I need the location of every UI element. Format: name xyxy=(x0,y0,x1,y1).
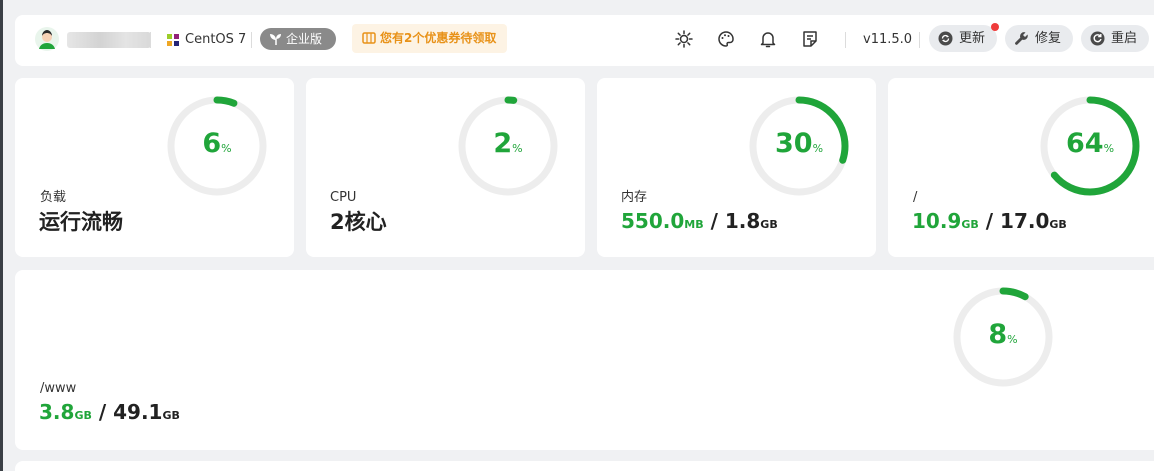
memory-label: 内存 xyxy=(621,190,648,205)
percent-sign: % xyxy=(1103,142,1115,155)
disk-www-total: 49.1 xyxy=(113,400,163,424)
disk-root-usage: 10.9GB / 17.0GB xyxy=(912,209,1067,237)
enterprise-badge[interactable]: 企业版 xyxy=(260,28,336,50)
disk-www-used-unit: GB xyxy=(74,409,92,422)
disk-www-gauge: 8% xyxy=(951,285,1055,389)
disk-www-card[interactable]: 8% /www 3.8GB / 49.1GB xyxy=(15,270,1154,450)
coupon-notice[interactable]: 您有2个优惠券待领取 xyxy=(352,24,507,53)
disk-root-gauge: 64% xyxy=(1038,94,1142,198)
avatar[interactable] xyxy=(35,27,59,51)
centos-logo-icon xyxy=(167,34,179,46)
notes-icon[interactable] xyxy=(800,29,820,49)
memory-usage: 550.0MB / 1.8GB xyxy=(621,209,778,237)
disk-www-label: /www xyxy=(40,381,77,396)
memory-total: 1.8 xyxy=(724,209,761,233)
repair-button[interactable]: 修复 xyxy=(1005,25,1073,52)
usage-separator: / xyxy=(710,209,718,233)
load-status: 运行流畅 xyxy=(39,210,123,234)
load-label: 负载 xyxy=(40,190,67,205)
cpu-status: 2核心 xyxy=(330,210,387,234)
memory-used-unit: MB xyxy=(684,218,704,231)
memory-percent: 30 xyxy=(774,128,813,159)
disk-www-usage: 3.8GB / 49.1GB xyxy=(39,400,180,428)
percent-sign: % xyxy=(221,142,232,155)
coupon-text: 您有2个优惠券待领取 xyxy=(380,31,497,45)
disk-root-used: 10.9 xyxy=(912,209,962,233)
percent-sign: % xyxy=(1007,333,1018,346)
username-blurred xyxy=(67,32,151,48)
usage-separator: / xyxy=(985,209,994,233)
wrench-icon xyxy=(1015,32,1028,45)
divider xyxy=(150,32,151,48)
load-card[interactable]: 6% 负载 运行流畅 xyxy=(15,78,294,257)
coupon-icon xyxy=(362,32,376,44)
disk-root-card[interactable]: 64% / 10.9GB / 17.0GB xyxy=(888,78,1154,257)
memory-card[interactable]: 30% 内存 550.0MB / 1.8GB xyxy=(597,78,876,257)
disk-root-used-unit: GB xyxy=(961,218,979,231)
next-panel-edge xyxy=(15,461,1154,471)
os-name: CentOS 7 xyxy=(185,32,247,47)
cpu-label: CPU xyxy=(330,190,357,205)
bell-icon[interactable] xyxy=(758,29,778,49)
memory-total-unit: GB xyxy=(760,218,778,231)
update-button[interactable]: 更新 xyxy=(929,25,997,52)
usage-separator: / xyxy=(98,400,107,424)
disk-root-label: / xyxy=(913,190,918,205)
disk-root-total: 17.0 xyxy=(1000,209,1050,233)
divider xyxy=(251,32,252,48)
sprout-icon xyxy=(270,34,281,45)
cpu-gauge: 2% xyxy=(456,94,560,198)
disk-www-total-unit: GB xyxy=(162,409,180,422)
restart-button-label: 重启 xyxy=(1111,31,1138,46)
palette-icon[interactable] xyxy=(716,29,736,49)
update-available-dot xyxy=(991,23,999,31)
cpu-percent: 2 xyxy=(493,128,513,159)
memory-gauge: 30% xyxy=(747,94,851,198)
cpu-card[interactable]: 2% CPU 2核心 xyxy=(306,78,585,257)
disk-www-percent: 8 xyxy=(988,319,1008,350)
panel-version: v11.5.0 xyxy=(863,32,913,47)
disk-root-percent: 64 xyxy=(1065,128,1104,159)
enterprise-badge-label: 企业版 xyxy=(286,32,323,46)
load-percent: 6 xyxy=(202,128,222,159)
update-button-label: 更新 xyxy=(959,31,986,46)
disk-www-used: 3.8 xyxy=(39,400,75,424)
restart-button[interactable]: 重启 xyxy=(1081,25,1149,52)
divider xyxy=(919,32,920,48)
memory-used: 550.0 xyxy=(621,209,685,233)
divider xyxy=(845,32,846,48)
top-header-bar: CentOS 7 企业版 您有2个优惠券待领取 v11.5.0 更新 修复 重启 xyxy=(15,15,1154,66)
disk-root-total-unit: GB xyxy=(1049,218,1067,231)
load-gauge: 6% xyxy=(165,94,269,198)
restart-icon xyxy=(1090,31,1105,46)
repair-button-label: 修复 xyxy=(1035,31,1062,46)
sun-icon[interactable] xyxy=(674,29,694,49)
percent-sign: % xyxy=(512,142,523,155)
percent-sign: % xyxy=(812,142,824,155)
update-icon xyxy=(938,31,953,46)
window-left-edge xyxy=(0,0,3,471)
